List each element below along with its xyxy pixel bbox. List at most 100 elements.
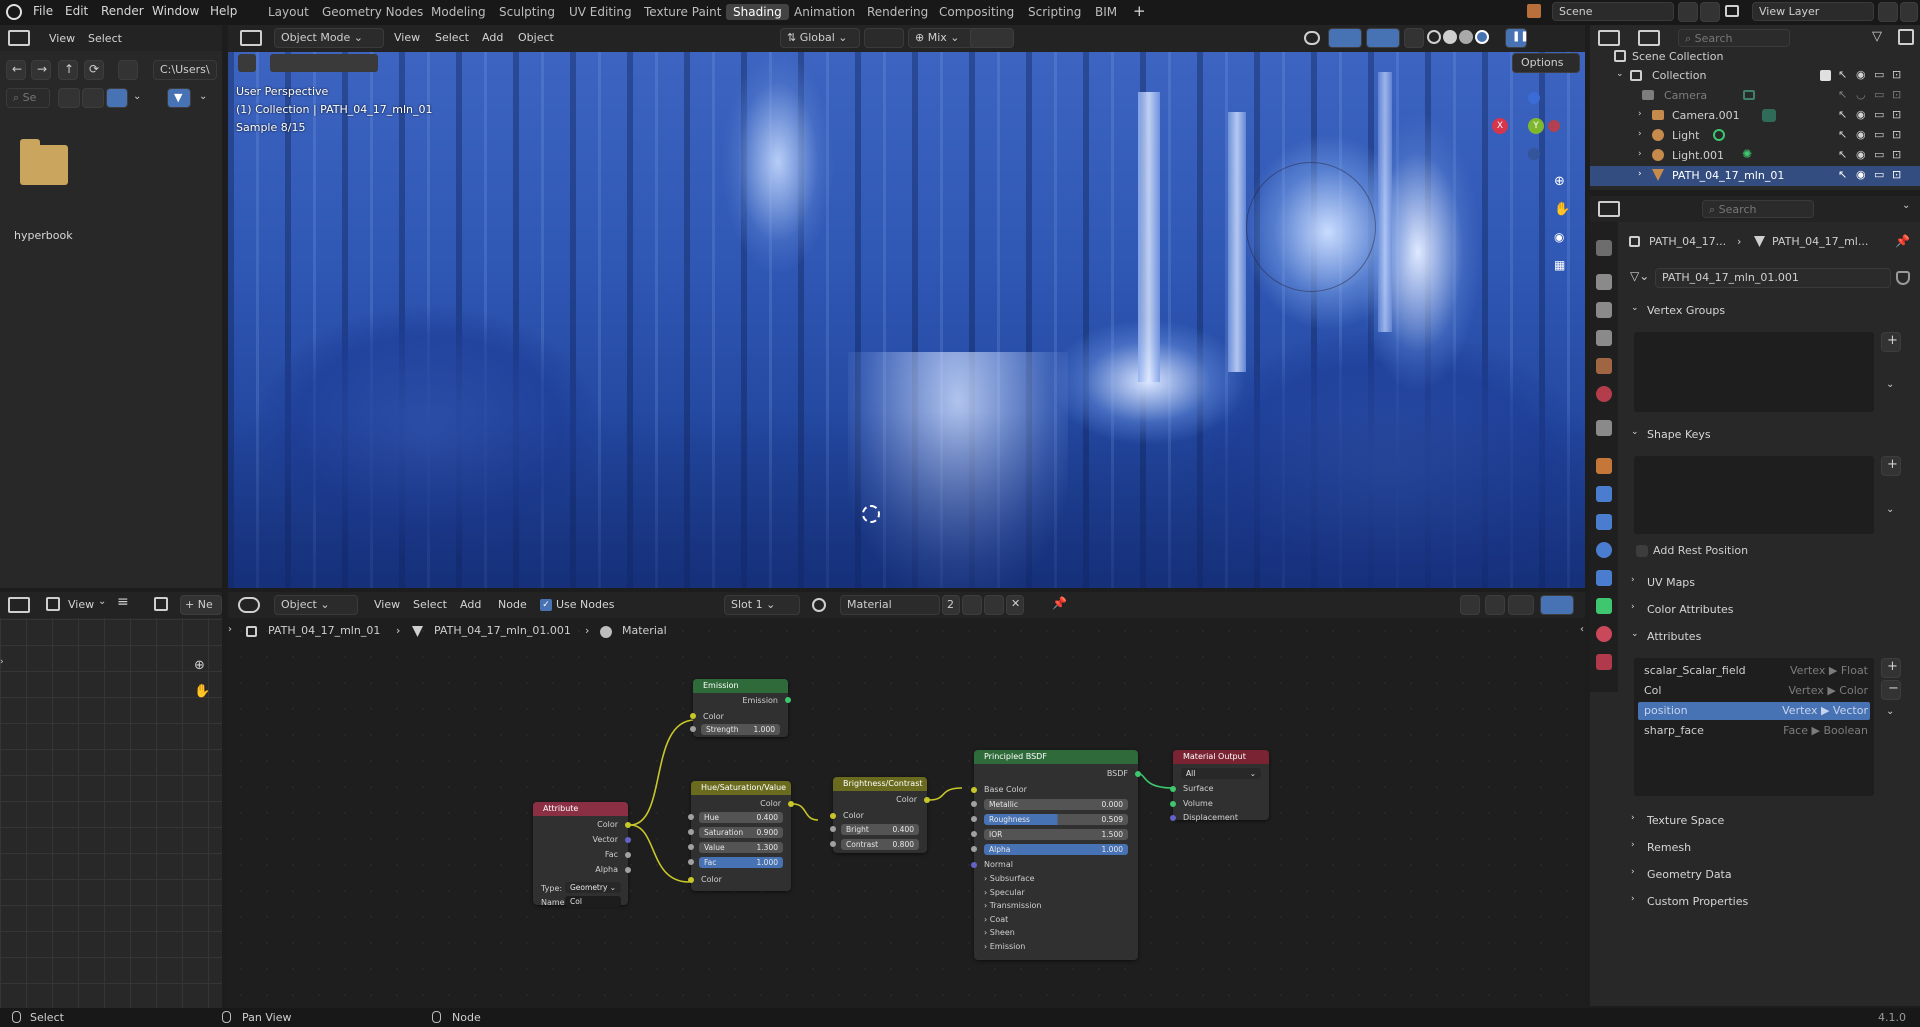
section-texture-space[interactable]: › Texture Space bbox=[1627, 810, 1910, 832]
xray-button[interactable] bbox=[1404, 28, 1424, 48]
node-emission[interactable]: Emission Emission Color Strength 1.000 bbox=[690, 679, 791, 737]
node-attribute[interactable]: Attribute Color Vector Fac Alpha Type: G… bbox=[533, 802, 631, 907]
pivot-point-dropdown[interactable] bbox=[864, 28, 904, 48]
output-socket[interactable] bbox=[625, 837, 631, 843]
metallic-field[interactable]: Metallic 0.000 bbox=[984, 799, 1128, 810]
filter-button[interactable]: ▼ bbox=[167, 88, 191, 108]
node-header[interactable]: Principled BSDF bbox=[974, 750, 1138, 764]
input-socket[interactable] bbox=[688, 814, 694, 820]
view-chevron-icon[interactable]: ⌄ bbox=[98, 596, 106, 607]
display-list-vertical-button[interactable] bbox=[58, 88, 80, 108]
scene-name-field[interactable]: Scene bbox=[1552, 2, 1674, 21]
render-visibility-icon[interactable]: ⊡ bbox=[1892, 128, 1901, 141]
pin-icon[interactable]: 📌 bbox=[1895, 234, 1910, 248]
input-socket[interactable] bbox=[690, 726, 696, 732]
pan-hand-icon[interactable]: ✋ bbox=[1554, 202, 1570, 218]
new-image-button[interactable]: + Ne bbox=[180, 595, 222, 615]
output-target-dropdown[interactable]: All ⌄ bbox=[1181, 768, 1261, 779]
scene-icon[interactable] bbox=[1527, 4, 1541, 18]
node-principled-bsdf[interactable]: Principled BSDF BSDF Base Color Metallic… bbox=[971, 750, 1141, 960]
section-remesh[interactable]: › Remesh bbox=[1627, 837, 1910, 859]
gizmo-z-axis[interactable] bbox=[1528, 92, 1540, 104]
render-visibility-icon[interactable]: ⊡ bbox=[1892, 68, 1901, 81]
value-field[interactable]: Value 1.300 bbox=[699, 842, 783, 853]
list-item[interactable]: Col Vertex ▶ Color bbox=[1638, 682, 1870, 700]
expand-chevron-icon[interactable]: › bbox=[1638, 109, 1642, 119]
panel-coat[interactable]: › Coat bbox=[984, 915, 1008, 924]
menu-window[interactable]: Window bbox=[152, 4, 199, 18]
alpha-field[interactable]: Alpha 1.000 bbox=[984, 844, 1128, 855]
panel-sheen[interactable]: › Sheen bbox=[984, 928, 1015, 937]
scene-tab-icon[interactable] bbox=[1596, 358, 1612, 374]
strength-field[interactable]: Strength 1.000 bbox=[701, 724, 780, 735]
scene-copy-button[interactable] bbox=[1678, 2, 1698, 22]
object-mode-dropdown[interactable]: Object Mode ⌄ bbox=[274, 28, 384, 48]
vp-menu-object[interactable]: Object bbox=[518, 31, 554, 44]
3d-cursor-icon[interactable] bbox=[862, 505, 880, 523]
node-header[interactable]: Material Output bbox=[1173, 750, 1269, 764]
list-item[interactable]: sharp_face Face ▶ Boolean bbox=[1638, 722, 1870, 740]
vertex-group-add-button[interactable]: + bbox=[1881, 332, 1901, 352]
section-geometry-data[interactable]: › Geometry Data bbox=[1627, 864, 1910, 886]
node-header[interactable]: Emission bbox=[693, 679, 788, 693]
viewport-visibility-icon[interactable]: ▭ bbox=[1874, 68, 1884, 81]
menu-edit[interactable]: Edit bbox=[65, 4, 88, 18]
input-socket[interactable] bbox=[971, 831, 977, 837]
outliner-row-light[interactable]: › Light ↖ ◉ ▭ ⊡ bbox=[1590, 126, 1920, 146]
viewport-visibility-icon[interactable]: ▭ bbox=[1874, 88, 1884, 101]
outliner-display-mode-icon[interactable] bbox=[1638, 30, 1660, 46]
output-socket[interactable] bbox=[785, 697, 791, 703]
options-button[interactable]: Options bbox=[1512, 53, 1580, 73]
node-material-output[interactable]: Material Output All ⌄ Surface Volume Disp… bbox=[1170, 750, 1269, 822]
tab-rendering[interactable]: Rendering bbox=[860, 4, 935, 20]
tab-sculpting[interactable]: Sculpting bbox=[492, 4, 562, 20]
input-socket[interactable] bbox=[830, 826, 836, 832]
pan-hand-icon[interactable]: ✋ bbox=[194, 684, 210, 699]
forward-button[interactable]: → bbox=[31, 60, 51, 80]
hue-field[interactable]: Hue 0.400 bbox=[699, 812, 783, 823]
view-layer-icon[interactable] bbox=[1725, 5, 1739, 17]
selectable-icon[interactable]: ↖ bbox=[1838, 88, 1847, 101]
eye-icon[interactable]: ◉ bbox=[1856, 148, 1866, 161]
output-socket[interactable] bbox=[625, 852, 631, 858]
input-socket[interactable] bbox=[971, 862, 977, 868]
section-custom-properties[interactable]: › Custom Properties bbox=[1627, 891, 1910, 913]
input-socket[interactable] bbox=[688, 859, 694, 865]
constraints-tab-icon[interactable] bbox=[1596, 570, 1612, 586]
selectable-icon[interactable]: ↖ bbox=[1838, 128, 1847, 141]
shading-wireframe-icon[interactable] bbox=[1427, 30, 1441, 44]
world-tab-icon[interactable] bbox=[1596, 386, 1612, 402]
selectable-icon[interactable]: ↖ bbox=[1838, 148, 1847, 161]
node-header[interactable]: Hue/Saturation/Value bbox=[691, 781, 791, 795]
render-visibility-icon[interactable]: ⊡ bbox=[1892, 148, 1901, 161]
outliner-search-input[interactable]: ⌕ Search bbox=[1678, 29, 1790, 47]
gizmo-neg-x-axis[interactable] bbox=[1548, 120, 1560, 132]
folder-item[interactable]: hyperbook bbox=[10, 139, 76, 242]
viewport-visibility-icon[interactable]: ▭ bbox=[1874, 168, 1884, 181]
properties-editor-type-icon[interactable] bbox=[1598, 201, 1620, 217]
input-socket[interactable] bbox=[830, 813, 836, 819]
menu-help[interactable]: Help bbox=[210, 4, 237, 18]
collection-tab-icon[interactable] bbox=[1596, 420, 1612, 436]
section-shape-keys[interactable]: ⌄ Shape Keys bbox=[1627, 424, 1910, 446]
eye-icon[interactable]: ◉ bbox=[1856, 108, 1866, 121]
input-socket[interactable] bbox=[688, 877, 694, 883]
viewport-visibility-icon[interactable]: ▭ bbox=[1874, 148, 1884, 161]
gizmo-toggle-button[interactable] bbox=[1328, 28, 1362, 48]
attribute-remove-button[interactable]: − bbox=[1881, 680, 1901, 700]
outliner-row-scene-collection[interactable]: Scene Collection bbox=[1590, 47, 1920, 67]
panel-emission[interactable]: › Emission bbox=[984, 942, 1025, 951]
input-socket[interactable] bbox=[971, 816, 977, 822]
panel-subsurface[interactable]: › Subsurface bbox=[984, 874, 1035, 883]
input-socket[interactable] bbox=[1170, 786, 1176, 792]
eye-icon[interactable]: ◉ bbox=[1856, 168, 1866, 181]
input-socket[interactable] bbox=[971, 846, 977, 852]
expand-chevron-icon[interactable]: ⌄ bbox=[1616, 69, 1624, 79]
editor-type-icon[interactable] bbox=[8, 30, 30, 46]
expand-chevron-icon[interactable]: › bbox=[1638, 129, 1642, 139]
properties-options-chevron-icon[interactable]: ⌄ bbox=[1902, 200, 1910, 211]
properties-search-input[interactable]: ⌕ Search bbox=[1702, 200, 1814, 218]
vertex-group-menu-chevron-icon[interactable]: ⌄ bbox=[1886, 379, 1894, 390]
pause-render-button[interactable]: ❚❚ bbox=[1505, 28, 1529, 48]
visibility-icon[interactable] bbox=[1304, 31, 1320, 45]
